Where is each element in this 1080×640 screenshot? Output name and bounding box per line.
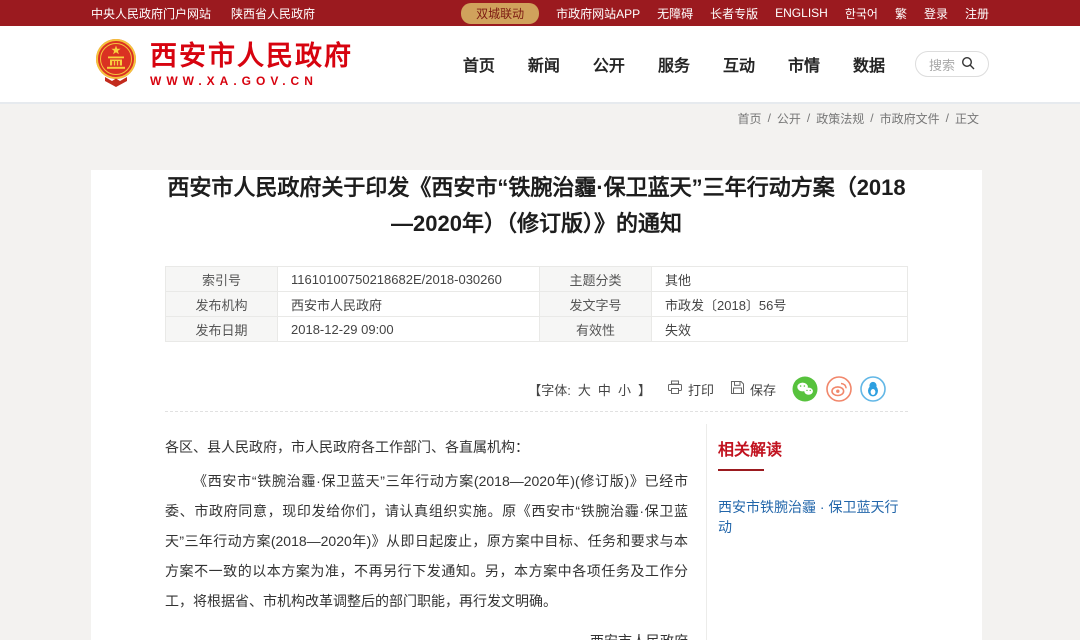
link-traditional-chinese[interactable]: 繁 bbox=[895, 5, 907, 22]
document-title: 西安市人民政府关于印发《西安市“铁腕治霾·保卫蓝天”三年行动方案（2018—20… bbox=[165, 170, 908, 242]
link-senior-version[interactable]: 长者专版 bbox=[710, 5, 758, 22]
meta-value-publish-date: 2018-12-29 09:00 bbox=[278, 317, 540, 342]
search-input[interactable]: 搜索 bbox=[915, 51, 989, 77]
document-card: 西安市人民政府关于印发《西安市“铁腕治霾·保卫蓝天”三年行动方案（2018—20… bbox=[91, 170, 982, 640]
meta-value-doc-number: 市政发〔2018〕56号 bbox=[652, 292, 908, 317]
meta-label-publish-date: 发布日期 bbox=[166, 317, 278, 342]
font-size-widget: 【字体: 大 中 小 】 bbox=[528, 380, 651, 399]
meta-value-index: 11610100750218682E/2018-030260 bbox=[278, 267, 540, 292]
font-size-large-button[interactable]: 大 bbox=[578, 380, 591, 399]
dual-city-link-button[interactable]: 双城联动 bbox=[461, 3, 539, 24]
save-label: 保存 bbox=[750, 380, 776, 399]
nav-news[interactable]: 新闻 bbox=[528, 52, 560, 76]
breadcrumb-policies[interactable]: 政策法规 bbox=[816, 110, 864, 127]
link-gov-app[interactable]: 市政府网站APP bbox=[556, 5, 640, 22]
body-paragraph: 《西安市“铁腕治霾·保卫蓝天”三年行动方案(2018—2020年)(修订版)》已… bbox=[165, 466, 688, 616]
breadcrumb-separator: / bbox=[768, 111, 771, 125]
breadcrumb-disclosure[interactable]: 公开 bbox=[777, 110, 801, 127]
related-reading-underline bbox=[718, 469, 764, 471]
breadcrumb-separator: / bbox=[870, 111, 873, 125]
nav-interaction[interactable]: 互动 bbox=[723, 52, 755, 76]
breadcrumb-city-documents[interactable]: 市政府文件 bbox=[880, 110, 940, 127]
national-emblem-icon bbox=[91, 36, 141, 93]
nav-disclosure[interactable]: 公开 bbox=[593, 52, 625, 76]
share-qq-icon[interactable] bbox=[860, 376, 886, 402]
document-meta-table: 索引号 11610100750218682E/2018-030260 主题分类 … bbox=[165, 266, 908, 342]
meta-label-topic: 主题分类 bbox=[540, 267, 652, 292]
related-reading-sidebar: 相关解读 西安市铁腕治霾 · 保卫蓝天行动 bbox=[707, 424, 908, 640]
link-register[interactable]: 注册 bbox=[965, 5, 989, 22]
meta-label-doc-number: 发文字号 bbox=[540, 292, 652, 317]
signature-line: 西安市人民政府 bbox=[165, 626, 688, 640]
font-size-medium-button[interactable]: 中 bbox=[598, 380, 611, 399]
breadcrumb-home[interactable]: 首页 bbox=[738, 110, 762, 127]
link-central-gov[interactable]: 中央人民政府门户网站 bbox=[91, 5, 211, 22]
search-placeholder: 搜索 bbox=[929, 55, 955, 74]
meta-value-validity: 失效 bbox=[652, 317, 908, 342]
topbar-utility-links: 双城联动 市政府网站APP 无障碍 长者专版 ENGLISH 한국어 繁 登录 … bbox=[461, 3, 989, 24]
table-row: 发布日期 2018-12-29 09:00 有效性 失效 bbox=[166, 317, 908, 342]
save-button[interactable]: 保存 bbox=[730, 380, 776, 399]
link-login[interactable]: 登录 bbox=[924, 5, 948, 22]
search-icon[interactable] bbox=[961, 56, 975, 73]
site-logo[interactable]: 西安市人民政府 WWW.XA.GOV.CN bbox=[91, 36, 353, 93]
share-buttons bbox=[792, 376, 886, 402]
logo-text: 西安市人民政府 WWW.XA.GOV.CN bbox=[150, 41, 353, 88]
article-text-column: 各区、县人民政府，市人民政府各工作部门、各直属机构： 《西安市“铁腕治霾·保卫蓝… bbox=[165, 424, 707, 640]
meta-label-index: 索引号 bbox=[166, 267, 278, 292]
meta-label-validity: 有效性 bbox=[540, 317, 652, 342]
site-url: WWW.XA.GOV.CN bbox=[150, 74, 353, 88]
breadcrumb: 首页 / 公开 / 政策法规 / 市政府文件 / 正文 bbox=[0, 104, 1080, 132]
share-weibo-icon[interactable] bbox=[826, 376, 852, 402]
breadcrumb-separator: / bbox=[946, 111, 949, 125]
font-size-suffix: 】 bbox=[638, 380, 651, 399]
nav-services[interactable]: 服务 bbox=[658, 52, 690, 76]
related-reading-link[interactable]: 西安市铁腕治霾 · 保卫蓝天行动 bbox=[718, 497, 908, 537]
print-icon bbox=[667, 380, 683, 398]
share-wechat-icon[interactable] bbox=[792, 376, 818, 402]
table-row: 发布机构 西安市人民政府 发文字号 市政发〔2018〕56号 bbox=[166, 292, 908, 317]
font-size-small-button[interactable]: 小 bbox=[618, 380, 631, 399]
nav-city-info[interactable]: 市情 bbox=[788, 52, 820, 76]
breadcrumb-separator: / bbox=[807, 111, 810, 125]
main-nav: 首页 新闻 公开 服务 互动 市情 数据 bbox=[463, 52, 885, 76]
meta-value-issuer: 西安市人民政府 bbox=[278, 292, 540, 317]
print-button[interactable]: 打印 bbox=[667, 380, 714, 399]
toolbar-divider bbox=[165, 411, 908, 412]
site-header: 西安市人民政府 WWW.XA.GOV.CN 首页 新闻 公开 服务 互动 市情 … bbox=[0, 26, 1080, 104]
top-utility-bar: 中央人民政府门户网站 陕西省人民政府 双城联动 市政府网站APP 无障碍 长者专… bbox=[0, 0, 1080, 26]
topbar-gov-links: 中央人民政府门户网站 陕西省人民政府 bbox=[91, 5, 315, 22]
link-korean[interactable]: 한국어 bbox=[845, 5, 878, 22]
article-toolbar: 【字体: 大 中 小 】 打印 bbox=[165, 376, 908, 402]
table-row: 索引号 11610100750218682E/2018-030260 主题分类 … bbox=[166, 267, 908, 292]
meta-label-issuer: 发布机构 bbox=[166, 292, 278, 317]
article-body-region: 各区、县人民政府，市人民政府各工作部门、各直属机构： 《西安市“铁腕治霾·保卫蓝… bbox=[165, 424, 908, 640]
meta-value-topic: 其他 bbox=[652, 267, 908, 292]
link-english[interactable]: ENGLISH bbox=[775, 6, 828, 20]
print-label: 打印 bbox=[688, 380, 714, 399]
related-reading-title: 相关解读 bbox=[718, 436, 908, 460]
font-size-prefix: 【字体: bbox=[528, 380, 571, 399]
nav-home[interactable]: 首页 bbox=[463, 52, 495, 76]
salutation-line: 各区、县人民政府，市人民政府各工作部门、各直属机构： bbox=[165, 432, 688, 462]
link-accessibility[interactable]: 无障碍 bbox=[657, 5, 693, 22]
site-name: 西安市人民政府 bbox=[150, 41, 353, 71]
link-shaanxi-gov[interactable]: 陕西省人民政府 bbox=[231, 5, 315, 22]
nav-data[interactable]: 数据 bbox=[853, 52, 885, 76]
save-icon bbox=[730, 380, 745, 398]
breadcrumb-current: 正文 bbox=[955, 110, 979, 127]
